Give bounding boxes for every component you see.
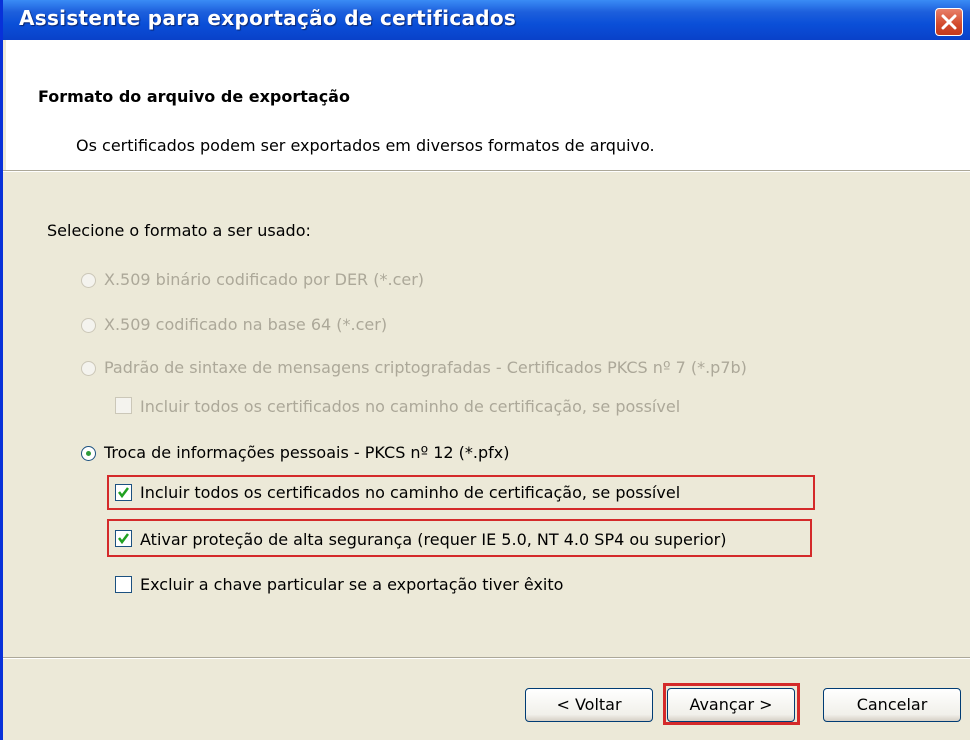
checkbox-pfx-delete-key-label: Excluir a chave particular se a exportaç… [140,575,564,594]
radio-pfx-label: Troca de informações pessoais - PKCS nº … [104,443,510,462]
radio-base64-label: X.509 codificado na base 64 (*.cer) [104,315,388,334]
window-title: Assistente para exportação de certificad… [19,6,517,30]
page-title: Formato do arquivo de exportação [38,87,350,106]
header-divider [3,170,970,172]
format-prompt: Selecione o formato a ser usado: [47,221,311,240]
footer-divider [3,657,970,659]
header-panel: Formato do arquivo de exportação Os cert… [6,40,970,170]
radio-der-label: X.509 binário codificado por DER (*.cer) [104,270,425,289]
radio-der[interactable] [81,273,96,288]
radio-pfx[interactable] [81,446,96,461]
checkmark-icon [118,533,129,545]
checkbox-pfx-delete-key[interactable] [115,576,132,593]
next-button[interactable]: Avançar > [667,688,795,722]
checkbox-pfx-high-security[interactable] [115,530,132,547]
radio-p7b-label: Padrão de sintaxe de mensagens criptogra… [104,358,747,377]
radio-base64[interactable] [81,318,96,333]
checkbox-pfx-include-all-label: Incluir todos os certificados no caminho… [140,483,681,502]
checkbox-p7b-include-all-label: Incluir todos os certificados no caminho… [140,397,681,416]
checkmark-icon [118,487,129,499]
title-bar[interactable]: Assistente para exportação de certificad… [3,0,970,40]
radio-p7b[interactable] [81,361,96,376]
checkbox-pfx-include-all[interactable] [115,484,132,501]
cancel-button[interactable]: Cancelar [823,688,961,722]
checkbox-pfx-high-security-label: Ativar proteção de alta segurança (reque… [140,530,727,549]
back-button[interactable]: < Voltar [525,688,653,722]
close-button[interactable] [935,8,963,36]
wizard-window: Assistente para exportação de certificad… [0,0,970,740]
checkbox-p7b-include-all[interactable] [115,397,132,414]
close-icon [941,14,957,30]
page-subtitle: Os certificados podem ser exportados em … [76,136,655,155]
